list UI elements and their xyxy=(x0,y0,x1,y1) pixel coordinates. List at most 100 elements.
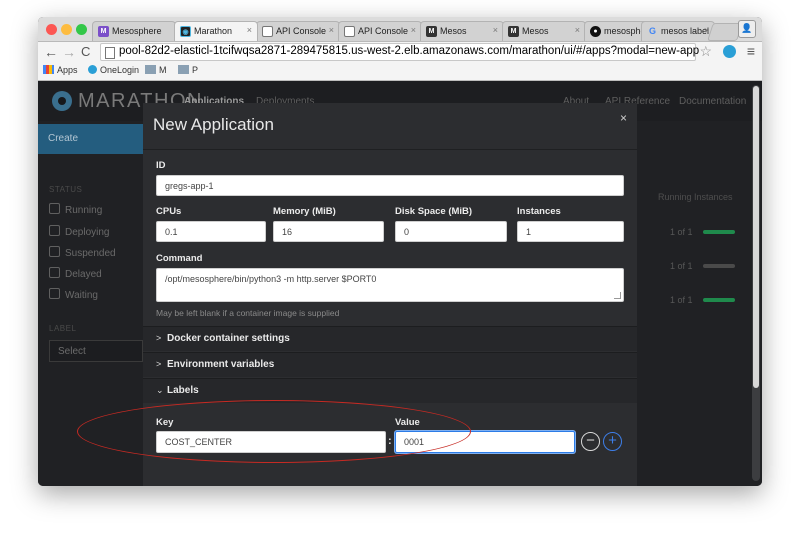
reload-icon[interactable]: C xyxy=(81,43,90,61)
remove-label-button[interactable]: − xyxy=(581,432,600,451)
browser-tab-api-console-1[interactable]: API Console × xyxy=(256,21,340,41)
tab-title: Mesosphere xyxy=(112,26,162,36)
nav-documentation[interactable]: Documentation xyxy=(679,96,746,107)
status-filter-deploying[interactable]: Deploying xyxy=(49,225,109,238)
health-bar xyxy=(703,298,735,302)
page-icon xyxy=(105,47,115,59)
mesosphere-favicon-icon: M xyxy=(98,26,109,37)
browser-tab-mesos-1[interactable]: M Mesos × xyxy=(420,21,504,41)
tab-title: API Console xyxy=(358,26,409,36)
status-label: Deploying xyxy=(65,227,110,238)
bookmark-apps[interactable]: Apps xyxy=(43,65,78,75)
checkbox[interactable] xyxy=(49,288,60,299)
google-icon: G xyxy=(648,26,656,36)
cpus-label: CPUs xyxy=(156,206,182,217)
bookmark-label: M xyxy=(159,65,167,75)
address-bar[interactable]: pool-82d2-elasticl-1tcifwqsa2871-2894758… xyxy=(100,43,699,61)
onelogin-icon xyxy=(88,65,97,74)
close-tab-icon[interactable]: × xyxy=(329,25,334,35)
browser-tab-bar: M Mesosphere ◉ Marathon × API Console × … xyxy=(38,17,762,42)
status-filter-suspended[interactable]: Suspended xyxy=(49,246,116,259)
browser-tab-api-console-2[interactable]: API Console × xyxy=(338,21,422,41)
github-icon: ● xyxy=(590,26,601,37)
bookmark-label: OneLogin xyxy=(100,65,140,75)
checkbox[interactable] xyxy=(49,267,60,278)
chevron-down-icon: ⌄ xyxy=(156,385,164,395)
id-label: ID xyxy=(156,160,166,171)
browser-tab-marathon[interactable]: ◉ Marathon × xyxy=(174,21,258,41)
close-tab-icon[interactable]: × xyxy=(493,25,498,35)
instances-label: Instances xyxy=(517,206,561,217)
bookmarks-bar: Apps OneLogin M P xyxy=(38,62,762,81)
checkbox[interactable] xyxy=(49,225,60,236)
create-button[interactable]: Create xyxy=(38,124,143,154)
forward-arrow-icon[interactable]: → xyxy=(62,43,76,61)
bookmark-folder-p[interactable]: P xyxy=(178,65,198,75)
instance-count: 1 of 1 xyxy=(670,227,693,237)
id-field[interactable]: gregs-app-1 xyxy=(156,175,624,196)
status-label: Suspended xyxy=(65,248,116,259)
folder-icon xyxy=(145,65,156,74)
resize-handle-icon[interactable] xyxy=(614,292,621,299)
memory-label: Memory (MiB) xyxy=(273,206,336,217)
browser-tab-google[interactable]: G mesos label × xyxy=(641,21,715,41)
checkbox[interactable] xyxy=(49,246,60,257)
bookmark-onelogin[interactable]: OneLogin xyxy=(88,65,139,75)
status-label: Waiting xyxy=(65,290,98,301)
browser-tab-mesos-2[interactable]: M Mesos × xyxy=(502,21,586,41)
menu-icon[interactable]: ≡ xyxy=(747,43,755,59)
bookmark-label: P xyxy=(192,65,199,75)
page-scrollbar[interactable] xyxy=(752,85,760,481)
label-filter-select[interactable]: Select xyxy=(49,340,143,362)
status-label: Running xyxy=(65,205,103,216)
bookmark-label: Apps xyxy=(57,65,78,75)
instance-count: 1 of 1 xyxy=(670,295,693,305)
folder-icon xyxy=(178,65,189,74)
mesos-favicon-icon: M xyxy=(508,26,519,37)
cpus-field[interactable]: 0.1 xyxy=(156,221,266,242)
memory-field[interactable]: 16 xyxy=(273,221,384,242)
profile-icon[interactable]: 👤 xyxy=(738,20,756,38)
marathon-favicon-icon: ◉ xyxy=(180,26,191,37)
extension-icon[interactable] xyxy=(723,45,736,58)
apps-grid-icon xyxy=(43,65,54,74)
mesos-favicon-icon: M xyxy=(426,26,437,37)
health-bar xyxy=(703,264,735,268)
minimize-window-button[interactable] xyxy=(61,24,72,35)
instances-field[interactable]: 1 xyxy=(517,221,624,242)
bookmark-star-icon[interactable]: ☆ xyxy=(699,43,712,60)
checkbox[interactable] xyxy=(49,203,60,214)
status-filter-waiting[interactable]: Waiting xyxy=(49,288,98,301)
browser-toolbar: ← → C pool-82d2-elasticl-1tcifwqsa2871-2… xyxy=(38,42,762,62)
label-heading: LABEL xyxy=(49,324,77,333)
chevron-right-icon: > xyxy=(156,359,162,369)
scrollbar-thumb[interactable] xyxy=(753,86,759,388)
environment-variables-section[interactable]: > Environment variables xyxy=(143,352,637,377)
command-label: Command xyxy=(156,253,203,264)
chevron-right-icon: > xyxy=(156,333,162,343)
running-instances-header: Running Instances xyxy=(658,192,733,202)
close-tab-icon[interactable]: × xyxy=(247,25,252,35)
back-arrow-icon[interactable]: ← xyxy=(44,43,58,61)
close-tab-icon[interactable]: × xyxy=(411,25,416,35)
maximize-window-button[interactable] xyxy=(76,24,87,35)
bookmark-folder-m[interactable]: M xyxy=(145,65,167,75)
tab-title: Mesos xyxy=(440,26,467,36)
close-icon[interactable]: × xyxy=(620,111,627,125)
status-filter-running[interactable]: Running xyxy=(49,203,102,216)
command-value: /opt/mesosphere/bin/python3 -m http.serv… xyxy=(165,274,377,284)
browser-tab-mesosphere[interactable]: M Mesosphere xyxy=(92,21,176,41)
tab-title: Mesos xyxy=(522,26,549,36)
close-tab-icon[interactable]: × xyxy=(575,25,580,35)
close-window-button[interactable] xyxy=(46,24,57,35)
command-textarea[interactable]: /opt/mesosphere/bin/python3 -m http.serv… xyxy=(156,268,624,302)
command-help-text: May be left blank if a container image i… xyxy=(156,308,340,318)
disk-space-field[interactable]: 0 xyxy=(395,221,507,242)
annotation-ellipse xyxy=(77,400,471,463)
add-label-button[interactable]: + xyxy=(603,432,622,451)
docker-settings-section[interactable]: > Docker container settings xyxy=(143,326,637,351)
labels-section[interactable]: ⌄ Labels xyxy=(143,378,637,403)
section-title: Docker container settings xyxy=(167,333,290,344)
modal-divider xyxy=(143,149,637,150)
status-filter-delayed[interactable]: Delayed xyxy=(49,267,102,280)
